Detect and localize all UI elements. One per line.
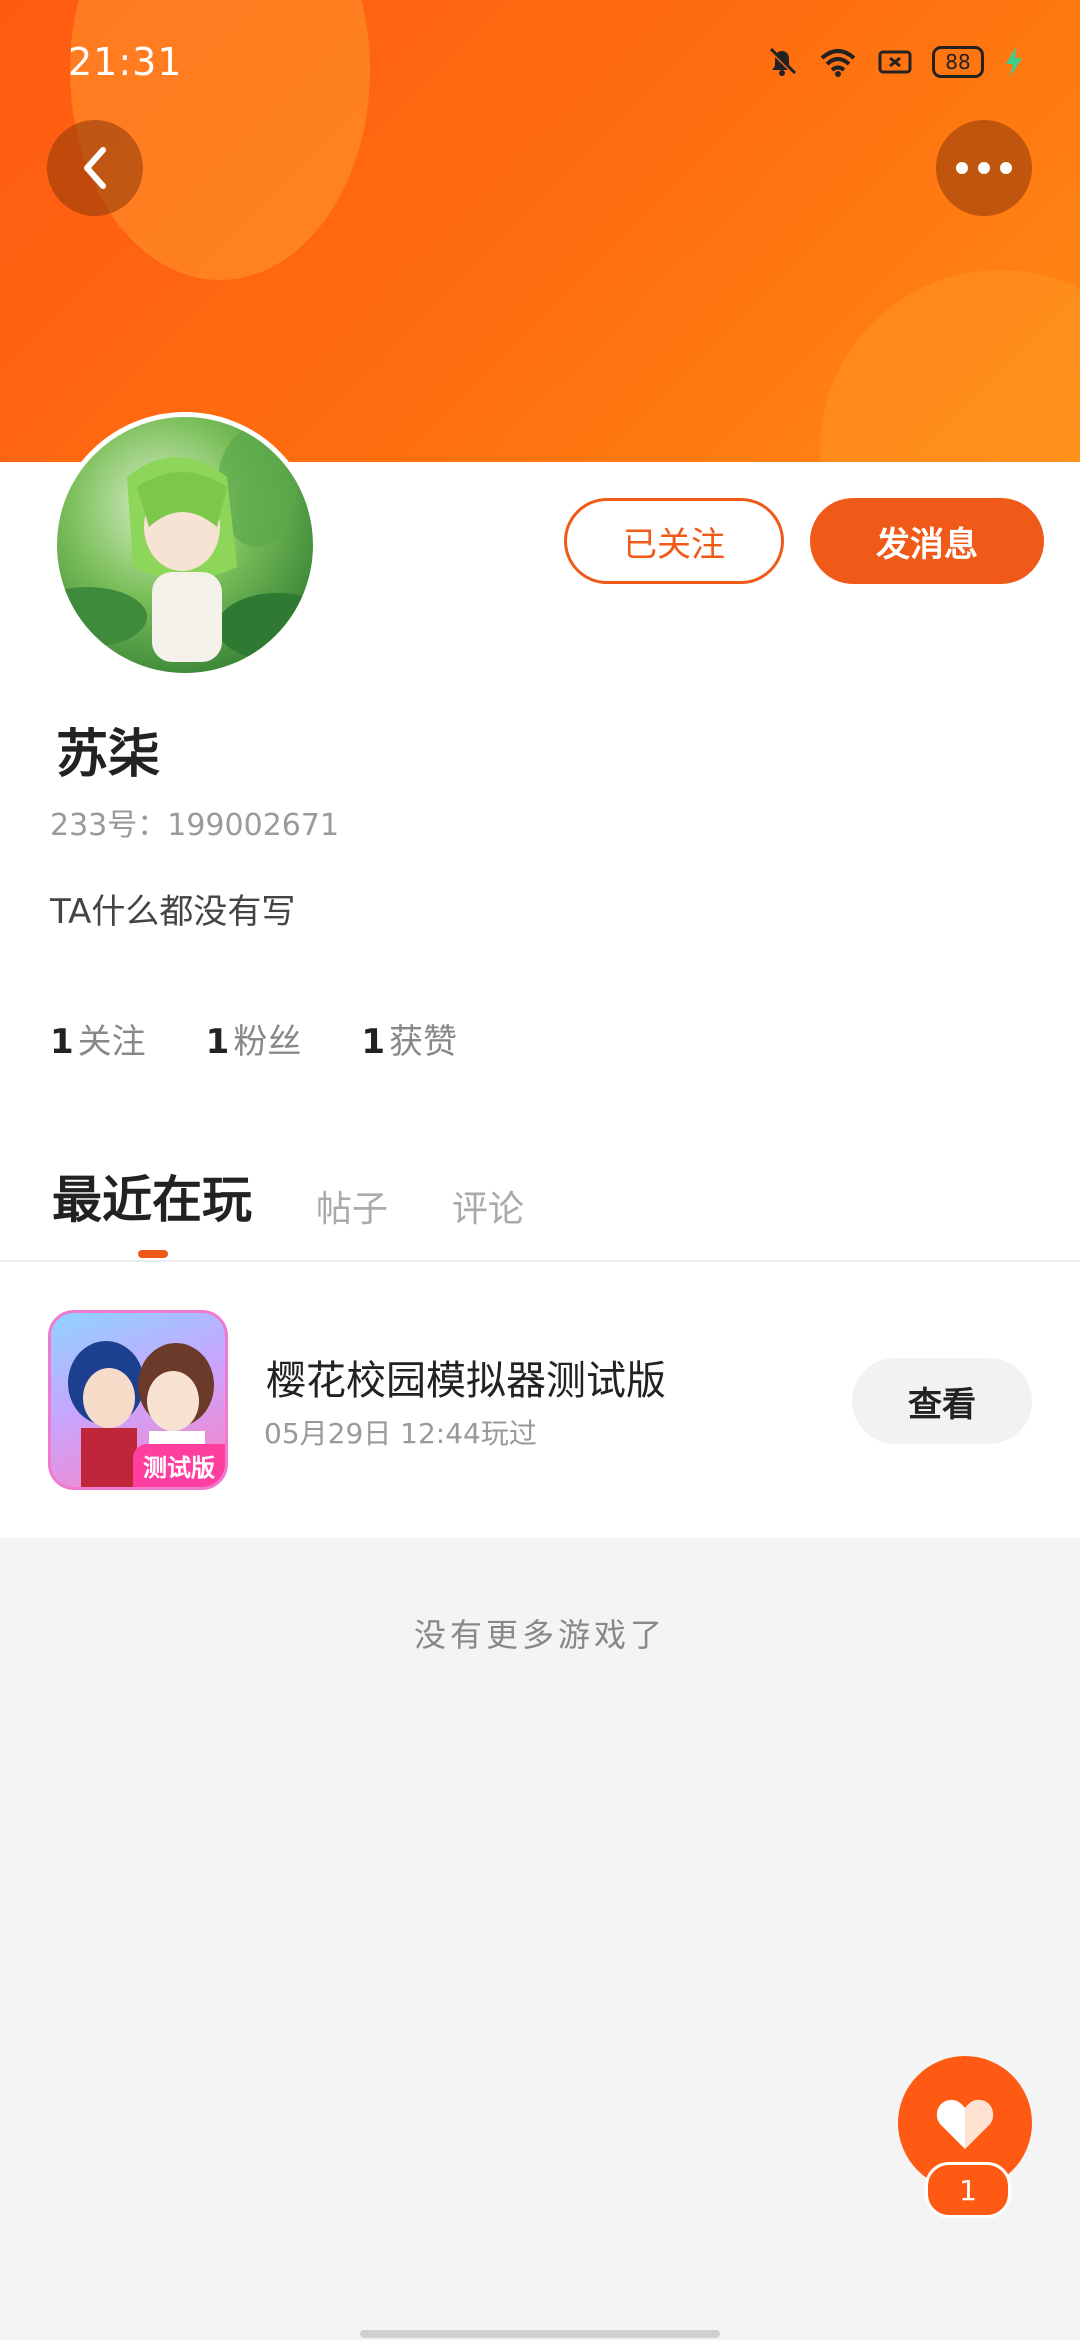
view-game-button[interactable]: 查看 [852,1358,1032,1444]
game-icon-badge: 测试版 [133,1444,225,1487]
battery-icon: 88 [932,46,984,78]
back-arrow-icon [84,147,106,189]
charging-bolt-icon [1006,47,1022,77]
back-button[interactable] [47,120,143,216]
game-icon: 测试版 [48,1310,228,1490]
bell-muted-icon [768,47,797,76]
stat-label: 获赞 [389,1022,458,1062]
stat-following[interactable]: 1 关注 [50,1014,146,1063]
heart-icon [936,2099,994,2149]
more-button[interactable] [936,120,1032,216]
more-dots-icon [956,162,1012,174]
status-bar: 21:31 88 [0,0,1080,130]
list-item[interactable]: 测试版 樱花校园模拟器测试版 05月29日 12:44玩过 查看 [0,1262,1080,1538]
profile-stats: 1 关注 1 粉丝 1 获赞 [50,1014,457,1063]
game-played-time: 05月29日 12:44玩过 [264,1417,537,1450]
user-id: 233号：199002671 [50,808,340,843]
stat-label: 粉丝 [233,1022,302,1062]
tab-posts[interactable]: 帖子 [316,1180,388,1232]
tab-comments[interactable]: 评论 [452,1180,524,1232]
stat-number: 1 [361,1022,386,1062]
no-more-games-text: 没有更多游戏了 [413,1616,666,1654]
stat-label: 关注 [77,1022,146,1062]
stat-number: 1 [50,1022,74,1062]
username: 苏柒 [56,725,161,785]
sim-icon [878,50,912,74]
send-message-button[interactable]: 发消息 [810,498,1044,584]
like-count-badge: 1 [925,2162,1011,2218]
followed-button[interactable]: 已关注 [564,498,784,584]
avatar[interactable] [52,412,318,678]
profile-tabs: 最近在玩 帖子 评论 [52,1160,524,1232]
status-time: 21:31 [68,40,183,84]
stat-number: 1 [205,1022,230,1062]
game-title: 樱花校园模拟器测试版 [266,1358,666,1404]
stat-likes[interactable]: 1 获赞 [361,1014,457,1063]
active-tab-indicator [138,1250,168,1258]
home-indicator[interactable] [360,2330,720,2338]
user-bio: TA什么都没有写 [50,892,296,932]
wifi-icon [820,49,856,77]
stat-followers[interactable]: 1 粉丝 [206,1014,302,1063]
tab-recently-played[interactable]: 最近在玩 [52,1160,252,1232]
